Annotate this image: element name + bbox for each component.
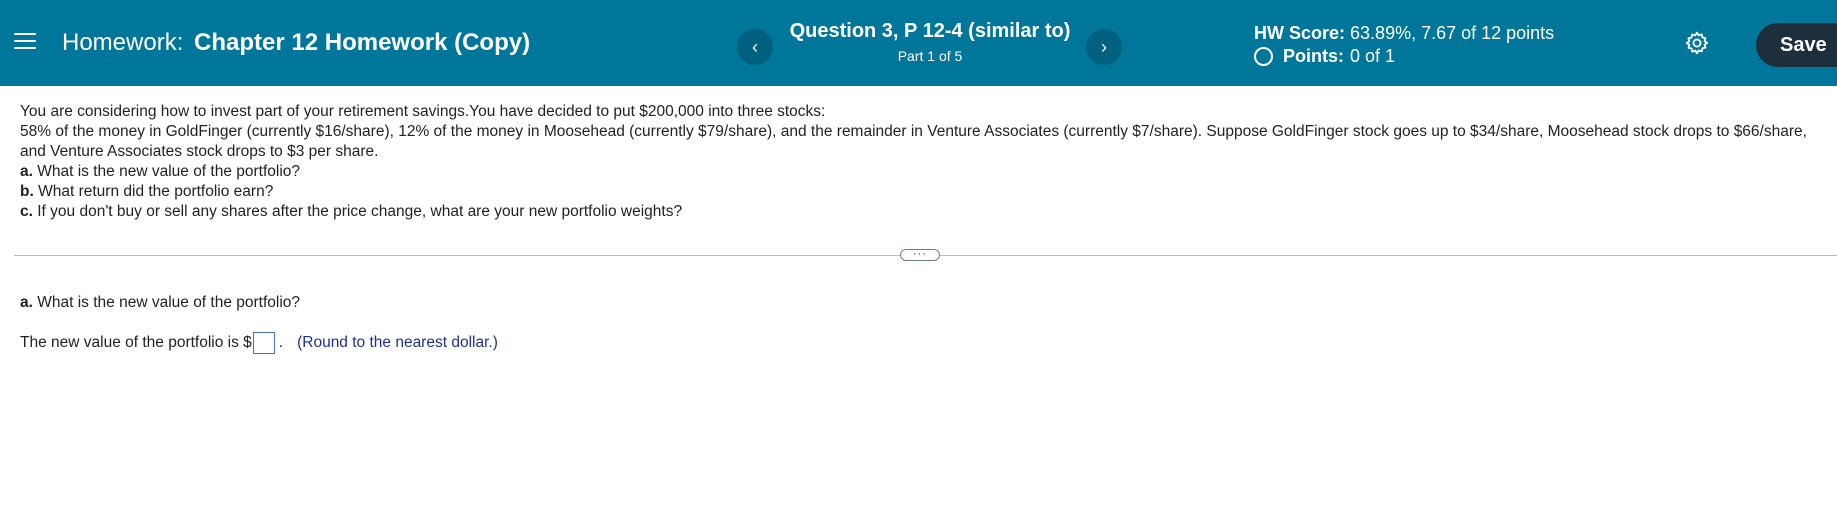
answer-suffix: . bbox=[278, 334, 284, 351]
menu-icon[interactable] bbox=[14, 33, 36, 51]
next-question-button[interactable]: › bbox=[1086, 29, 1122, 65]
portfolio-value-input[interactable] bbox=[252, 332, 275, 354]
hw-score: HW Score: 63.89%, 7.67 of 12 points bbox=[1254, 23, 1554, 44]
header-bar: Homework: Chapter 12 Homework (Copy) ‹ Q… bbox=[0, 0, 1837, 86]
question-text: You are considering how to invest part o… bbox=[20, 102, 1820, 222]
answer-question-letter: a. bbox=[20, 294, 33, 311]
question-item-b: b. What return did the portfolio earn? bbox=[20, 183, 274, 200]
chevron-right-icon: › bbox=[1101, 36, 1107, 57]
points-label: Points: bbox=[1283, 46, 1344, 66]
answer-line: The new value of the portfolio is $ . (R… bbox=[20, 332, 498, 354]
score-label: HW Score: bbox=[1254, 23, 1346, 43]
score-value: 63.89%, 7.67 of 12 points bbox=[1350, 23, 1555, 43]
homework-prefix: Homework: bbox=[62, 29, 184, 56]
question-title: Question 3, P 12-4 (similar to) bbox=[789, 20, 1071, 42]
answer-question-text: What is the new value of the portfolio? bbox=[37, 294, 301, 311]
homework-title: Homework: Chapter 12 Homework (Copy) bbox=[62, 29, 530, 57]
homework-name: Chapter 12 Homework (Copy) bbox=[194, 29, 531, 56]
circle-icon bbox=[1254, 47, 1273, 66]
save-button[interactable]: Save bbox=[1756, 23, 1837, 67]
answer-question: a. What is the new value of the portfoli… bbox=[20, 294, 300, 312]
question-item-c: c. If you don't buy or sell any shares a… bbox=[20, 203, 683, 220]
points: Points: 0 of 1 bbox=[1254, 46, 1395, 67]
answer-prefix: The new value of the portfolio is $ bbox=[20, 334, 252, 351]
previous-question-button[interactable]: ‹ bbox=[737, 29, 773, 65]
question-item-a: a. What is the new value of the portfoli… bbox=[20, 163, 301, 180]
rounding-hint: (Round to the nearest dollar.) bbox=[297, 334, 498, 351]
points-value: 0 of 1 bbox=[1350, 46, 1396, 66]
question-intro: You are considering how to invest part o… bbox=[20, 103, 826, 120]
expand-handle[interactable]: ··· bbox=[900, 249, 940, 261]
question-part: Part 1 of 5 bbox=[897, 48, 963, 64]
chevron-left-icon: ‹ bbox=[752, 36, 758, 57]
question-details: 58% of the money in GoldFinger (currentl… bbox=[20, 123, 1807, 160]
gear-icon[interactable] bbox=[1684, 30, 1710, 56]
